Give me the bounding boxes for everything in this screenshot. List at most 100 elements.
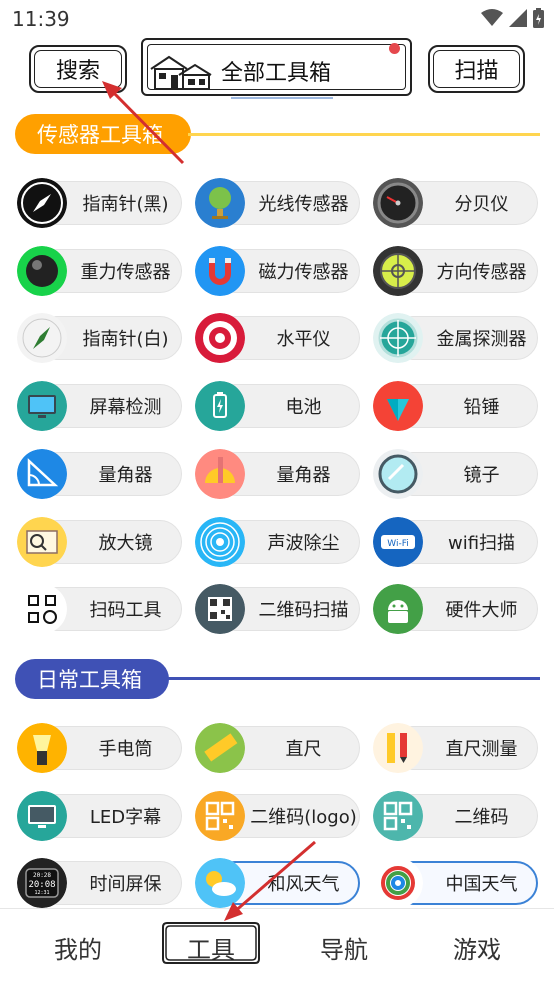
bottom-navigation: 我的 工具 导航 游戏 — [0, 908, 554, 984]
tool-item[interactable]: 金属探测器 — [373, 313, 538, 363]
tool-label: 指南针(白) — [82, 329, 169, 350]
battery-status-icon — [533, 8, 544, 28]
tool-item[interactable]: 放大镜 — [17, 517, 182, 567]
tool-label: 分贝仪 — [454, 194, 509, 215]
tool-item[interactable]: LED字幕 — [17, 791, 182, 841]
tool-item[interactable]: 量角器 — [17, 449, 182, 499]
tool-label: 光线传感器 — [258, 194, 349, 215]
cell-signal-icon — [509, 9, 527, 27]
sun-icon — [389, 43, 400, 54]
tool-label: 水平仪 — [276, 329, 331, 350]
tool-label: 指南针(黑) — [82, 194, 169, 215]
section-sensor-tools: 传感器工具箱 — [15, 114, 191, 154]
tool-item[interactable]: 直尺 — [195, 723, 360, 773]
flashlight-icon — [17, 723, 67, 773]
tool-item[interactable]: 量角器 — [195, 449, 360, 499]
level-bubble-icon — [373, 246, 423, 296]
tool-item[interactable]: 直尺测量 — [373, 723, 538, 773]
tool-label: 二维码(logo) — [250, 807, 357, 828]
nav-tab-mine[interactable]: 我的 — [18, 909, 138, 984]
search-button[interactable]: 搜索 — [29, 45, 127, 93]
tool-label: 中国天气 — [445, 874, 518, 895]
active-tab-frame — [162, 922, 260, 964]
magnet-icon — [195, 246, 245, 296]
tool-item[interactable]: 手电筒 — [17, 723, 182, 773]
compass-white-icon — [17, 313, 67, 363]
tool-item[interactable]: 硬件大师 — [373, 584, 538, 634]
tool-label: wifi扫描 — [447, 533, 516, 554]
tool-label: 镜子 — [463, 465, 500, 486]
tool-item[interactable]: 方向传感器 — [373, 246, 538, 296]
sound-wave-icon — [195, 517, 245, 567]
tool-item[interactable]: 铅锤 — [373, 381, 538, 431]
tool-item[interactable]: 重力传感器 — [17, 246, 182, 296]
section-sensor-line — [188, 133, 540, 136]
tool-label: 和风天气 — [267, 874, 340, 895]
status-time: 11:39 — [12, 7, 70, 31]
tool-label: 磁力传感器 — [258, 262, 349, 283]
tool-item[interactable]: 镜子 — [373, 449, 538, 499]
target-level-icon — [195, 313, 245, 363]
monitor-icon — [17, 381, 67, 431]
led-monitor-icon — [17, 791, 67, 841]
header-underline — [231, 97, 333, 99]
tool-item[interactable]: 电池 — [195, 381, 360, 431]
plumb-icon — [373, 381, 423, 431]
nav-tab-navigation[interactable]: 导航 — [284, 909, 404, 984]
nav-tab-games[interactable]: 游戏 — [417, 909, 537, 984]
page-title: 全部工具箱 — [221, 61, 332, 86]
tool-item[interactable]: 声波除尘 — [195, 517, 360, 567]
decibel-meter-icon — [373, 178, 423, 228]
section-sensor-title: 传感器工具箱 — [37, 123, 163, 147]
tool-item[interactable]: 扫码工具 — [17, 584, 182, 634]
section-daily-line — [166, 677, 540, 680]
svg-text:Wi-Fi: Wi-Fi — [387, 539, 408, 549]
tool-item[interactable]: Wi-Fi wifi扫描 — [373, 517, 538, 567]
gravity-ball-icon — [17, 246, 67, 296]
tool-label: 方向传感器 — [436, 262, 527, 283]
qr-logo-icon — [195, 791, 245, 841]
scan-button-label: 扫描 — [454, 59, 499, 84]
tool-label: 声波除尘 — [267, 533, 340, 554]
protractor-icon — [17, 449, 67, 499]
tool-item[interactable]: 光线传感器 — [195, 178, 360, 228]
light-globe-icon — [195, 178, 245, 228]
svg-text:20:08: 20:08 — [28, 880, 55, 890]
radar-icon — [373, 313, 423, 363]
status-bar: 11:39 — [0, 0, 554, 38]
tool-label: 电池 — [285, 397, 322, 418]
tool-item[interactable]: 二维码 — [373, 791, 538, 841]
tool-item[interactable]: 和风天气 — [195, 858, 360, 908]
tool-label: 屏幕检测 — [89, 397, 162, 418]
svg-text:20:28: 20:28 — [33, 872, 51, 879]
china-weather-icon — [373, 858, 423, 908]
tool-item[interactable]: 指南针(黑) — [17, 178, 182, 228]
tool-item[interactable]: 指南针(白) — [17, 313, 182, 363]
android-icon — [373, 584, 423, 634]
house-icon — [150, 55, 212, 90]
tool-item[interactable]: 中国天气 — [373, 858, 538, 908]
tool-item[interactable]: 水平仪 — [195, 313, 360, 363]
tool-item[interactable]: 二维码(logo) — [195, 791, 360, 841]
scan-button[interactable]: 扫描 — [428, 45, 525, 93]
tool-item[interactable]: 二维码扫描 — [195, 584, 360, 634]
tool-item[interactable]: 屏幕检测 — [17, 381, 182, 431]
tool-item[interactable]: 磁力传感器 — [195, 246, 360, 296]
tool-label: LED字幕 — [89, 807, 162, 828]
status-icons — [481, 8, 544, 28]
tool-label: 重力传感器 — [80, 262, 171, 283]
wifi-icon: Wi-Fi — [373, 517, 423, 567]
tool-label: 手电筒 — [98, 739, 153, 760]
tool-label: 金属探测器 — [436, 329, 527, 350]
tool-label: 时间屏保 — [89, 874, 162, 895]
tool-label: 硬件大师 — [445, 600, 518, 621]
tool-item[interactable]: 20:28 20:08 12:31 时间屏保 — [17, 858, 182, 908]
section-daily-tools: 日常工具箱 — [15, 659, 169, 699]
tool-label: 量角器 — [276, 465, 331, 486]
tool-label: 铅锤 — [463, 397, 500, 418]
qr-scan-icon — [195, 584, 245, 634]
battery-icon — [195, 381, 245, 431]
ruler-icon — [195, 723, 245, 773]
tool-label: 直尺测量 — [445, 739, 518, 760]
tool-item[interactable]: 分贝仪 — [373, 178, 538, 228]
